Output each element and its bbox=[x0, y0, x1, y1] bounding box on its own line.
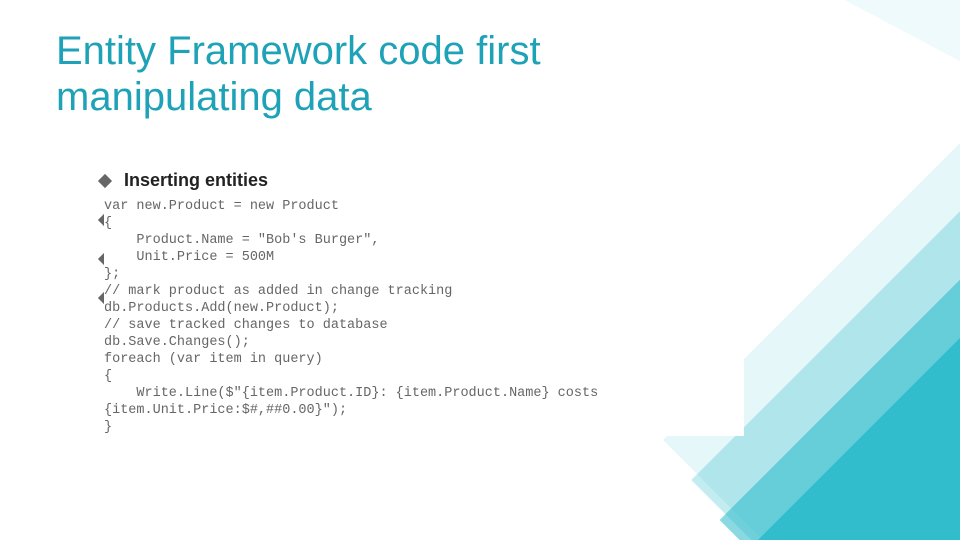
bullet-inserting: Inserting entities bbox=[100, 170, 268, 191]
slide-title: Entity Framework code first manipulating… bbox=[56, 28, 541, 120]
title-line-2: manipulating data bbox=[56, 75, 372, 119]
code-snippet: var new.Product = new Product { Product.… bbox=[104, 198, 744, 436]
slide: Entity Framework code first manipulating… bbox=[0, 0, 960, 540]
title-line-1: Entity Framework code first bbox=[56, 29, 541, 73]
bullet-text: Inserting entities bbox=[124, 170, 268, 191]
